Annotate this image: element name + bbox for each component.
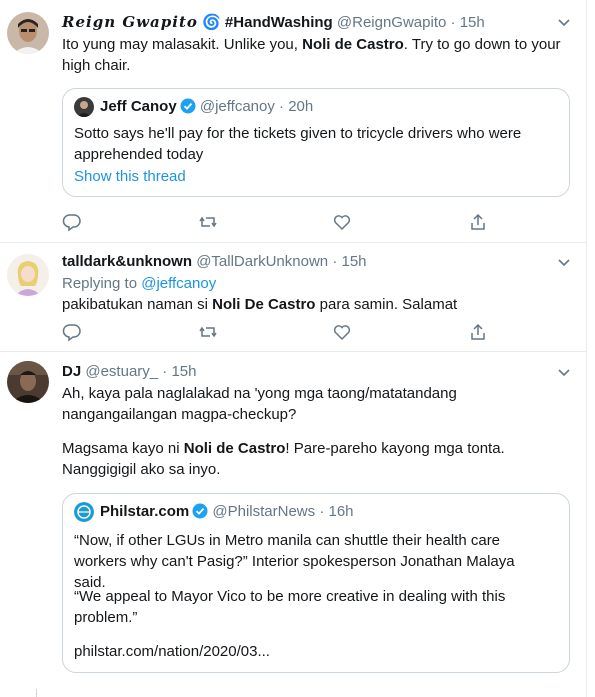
- text-bold: Noli de Castro: [302, 36, 404, 53]
- tweet-text: Magsama kayo ni Noli de Castro! Pare-par…: [62, 438, 532, 480]
- quote-handle: @PhilstarNews: [212, 503, 316, 520]
- tweet-text: pakibatukan naman si Noli De Castro para…: [62, 294, 568, 315]
- retweet-icon[interactable]: [198, 212, 218, 232]
- tweet-actions: [62, 212, 502, 232]
- tweet-reign[interactable]: Reign Gwapito 🌀 #HandWashing @ReignGwapi…: [0, 0, 586, 243]
- verified-badge-icon: [180, 98, 196, 114]
- tweet-actions: [62, 322, 502, 342]
- quote-text-para1: “Now, if other LGUs in Metro manila can …: [74, 532, 515, 591]
- quote-author-name: Philstar.com: [100, 503, 190, 520]
- tweet-header: DJ @estuary_ · 15h: [62, 362, 197, 382]
- author-hashtag: #HandWashing: [224, 14, 333, 31]
- chevron-down-icon[interactable]: [556, 254, 572, 270]
- text-segment: para samin. Salamat: [315, 296, 458, 313]
- separator: ·: [319, 503, 325, 520]
- timestamp[interactable]: 15h: [460, 14, 485, 31]
- quoted-tweet[interactable]: Philstar.com @PhilstarNews · 16h “Now, i…: [62, 493, 570, 673]
- divider: [36, 689, 37, 697]
- avatar[interactable]: [7, 361, 49, 403]
- show-thread-link[interactable]: Show this thread: [74, 166, 560, 187]
- quote-avatar: [74, 97, 94, 118]
- author-handle[interactable]: @TallDarkUnknown: [196, 253, 328, 270]
- separator: ·: [279, 98, 285, 115]
- timestamp[interactable]: 15h: [341, 253, 366, 270]
- replying-to: Replying to @jeffcanoy: [62, 273, 568, 294]
- tweet-text-line1: Ah, kaya pala naglalakad na 'yong mga ta…: [62, 385, 457, 423]
- tweet-text: Ito yung may malasakit. Unlike you, Noli…: [62, 34, 568, 76]
- quote-link[interactable]: philstar.com/nation/2020/03...: [74, 641, 560, 662]
- quote-handle: @jeffcanoy: [199, 98, 275, 115]
- verified-badge-icon: [192, 503, 208, 519]
- share-icon[interactable]: [468, 212, 488, 232]
- quote-text-para2: “We appeal to Mayor Vico to be more crea…: [74, 588, 506, 626]
- chevron-down-icon[interactable]: [556, 364, 572, 380]
- author-name[interactable]: talldark&unknown: [62, 253, 192, 270]
- replying-handle-link[interactable]: @jeffcanoy: [141, 275, 216, 292]
- quote-avatar: [74, 502, 94, 523]
- tweet-dj[interactable]: DJ @estuary_ · 15h Ah, kaya pala naglala…: [0, 351, 586, 697]
- author-handle[interactable]: @ReignGwapito: [337, 14, 446, 31]
- author-emoji: 🌀: [202, 14, 221, 31]
- author-handle[interactable]: @estuary_: [85, 363, 158, 380]
- reply-icon[interactable]: [62, 212, 82, 232]
- text-segment: Ito yung may malasakit. Unlike you,: [62, 36, 303, 53]
- quote-header: Philstar.com @PhilstarNews · 16h: [74, 502, 354, 523]
- quote-text: Sotto says he'll pay for the tickets giv…: [74, 125, 522, 163]
- separator: ·: [332, 253, 338, 270]
- avatar[interactable]: [7, 12, 49, 54]
- quote-author-name: Jeff Canoy: [100, 98, 177, 115]
- separator: ·: [162, 363, 168, 380]
- quote-timestamp: 16h: [328, 503, 354, 520]
- heart-icon[interactable]: [332, 212, 352, 232]
- text-segment: Magsama kayo ni: [62, 440, 184, 457]
- tweet-talldark[interactable]: talldark&unknown @TallDarkUnknown · 15h …: [0, 242, 586, 352]
- text-bold: Noli de Castro: [183, 440, 286, 457]
- heart-icon[interactable]: [332, 322, 352, 342]
- author-name[interactable]: Reign Gwapito: [62, 13, 198, 31]
- text-bold: Noli De Castro: [212, 296, 316, 313]
- retweet-icon[interactable]: [198, 322, 218, 342]
- tweet-header: Reign Gwapito 🌀 #HandWashing @ReignGwapi…: [62, 12, 485, 33]
- separator: ·: [450, 14, 456, 31]
- author-name[interactable]: DJ: [62, 363, 81, 380]
- chevron-down-icon[interactable]: [556, 14, 572, 30]
- timestamp[interactable]: 15h: [171, 363, 196, 380]
- avatar[interactable]: [7, 254, 49, 296]
- replying-label: Replying to: [62, 275, 142, 292]
- reply-icon[interactable]: [62, 322, 82, 342]
- quote-timestamp: 20h: [288, 98, 314, 115]
- quote-header: Jeff Canoy @jeffcanoy · 20h: [74, 97, 314, 118]
- text-segment: pakibatukan naman si: [62, 296, 213, 313]
- timeline: Reign Gwapito 🌀 #HandWashing @ReignGwapi…: [0, 0, 587, 697]
- tweet-header: talldark&unknown @TallDarkUnknown · 15h: [62, 252, 367, 272]
- quoted-tweet[interactable]: Jeff Canoy @jeffcanoy · 20h Sotto says h…: [62, 88, 570, 197]
- share-icon[interactable]: [468, 322, 488, 342]
